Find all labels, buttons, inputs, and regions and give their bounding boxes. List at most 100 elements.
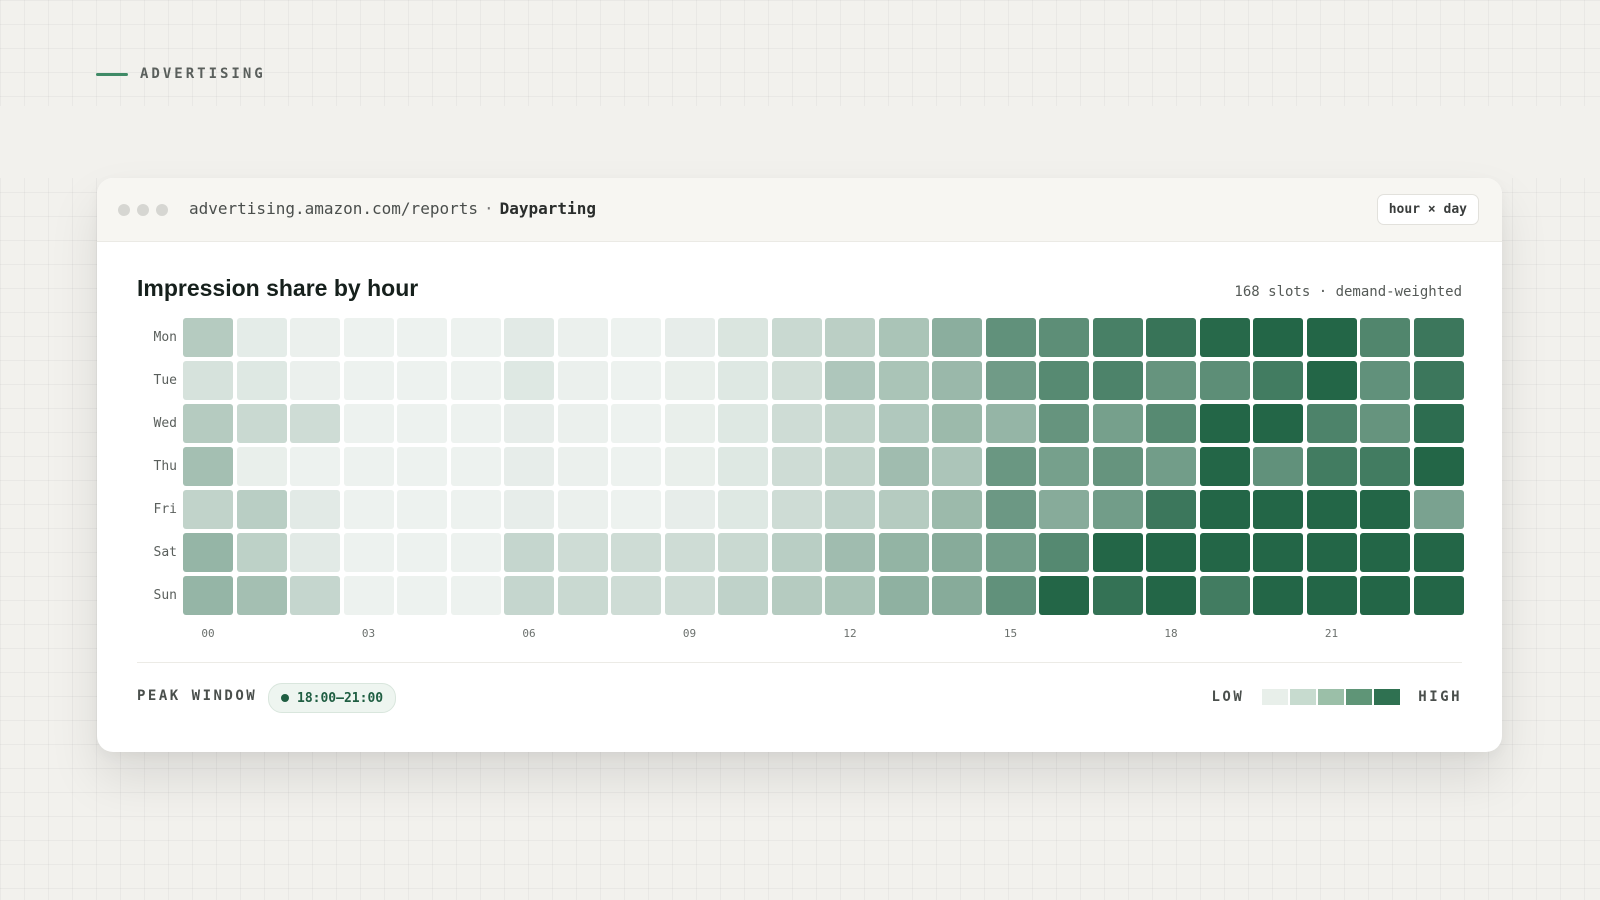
heatmap-cell-wed-9[interactable] [664, 404, 715, 443]
heatmap-cell-tue-19[interactable] [1199, 361, 1250, 400]
heatmap-cell-thu-2[interactable] [290, 447, 340, 486]
heatmap-cell-thu-4[interactable] [397, 447, 447, 486]
heatmap-cell-tue-12[interactable] [825, 361, 875, 400]
heatmap-cell-mon-20[interactable] [1253, 318, 1303, 357]
heatmap-cell-wed-19[interactable] [1199, 404, 1250, 443]
heatmap-cell-thu-6[interactable] [504, 447, 554, 486]
heatmap-cell-sat-11[interactable] [771, 533, 822, 572]
heatmap-cell-fri-4[interactable] [397, 490, 447, 529]
heatmap-cell-fri-17[interactable] [1092, 490, 1143, 529]
heatmap-cell-sun-19[interactable] [1199, 576, 1250, 615]
heatmap-cell-wed-18[interactable] [1146, 404, 1196, 443]
heatmap-cell-thu-18[interactable] [1146, 447, 1196, 486]
heatmap-cell-sun-17[interactable] [1092, 576, 1143, 615]
heatmap-cell-thu-12[interactable] [825, 447, 875, 486]
heatmap-cell-wed-15[interactable] [985, 404, 1036, 443]
heatmap-cell-wed-2[interactable] [290, 404, 340, 443]
heatmap-cell-tue-20[interactable] [1253, 361, 1303, 400]
heatmap-cell-sun-6[interactable] [504, 576, 554, 615]
heatmap-cell-tue-7[interactable] [557, 361, 608, 400]
heatmap-cell-sat-14[interactable] [932, 533, 982, 572]
heatmap-cell-wed-11[interactable] [771, 404, 822, 443]
heatmap-cell-thu-3[interactable] [343, 447, 394, 486]
heatmap-cell-thu-13[interactable] [878, 447, 929, 486]
heatmap-cell-sat-12[interactable] [825, 533, 875, 572]
heatmap-cell-mon-1[interactable] [236, 318, 287, 357]
heatmap-cell-sun-20[interactable] [1253, 576, 1303, 615]
heatmap-cell-fri-16[interactable] [1039, 490, 1089, 529]
heatmap-cell-thu-8[interactable] [611, 447, 661, 486]
heatmap-cell-sat-21[interactable] [1306, 533, 1357, 572]
view-mode-chip[interactable]: hour × day [1376, 194, 1479, 225]
heatmap-cell-mon-7[interactable] [557, 318, 608, 357]
heatmap-cell-mon-5[interactable] [450, 318, 501, 357]
heatmap-cell-mon-16[interactable] [1039, 318, 1089, 357]
heatmap-cell-mon-23[interactable] [1413, 318, 1464, 357]
heatmap-cell-thu-7[interactable] [557, 447, 608, 486]
heatmap-cell-sun-21[interactable] [1306, 576, 1357, 615]
heatmap-cell-sat-6[interactable] [504, 533, 554, 572]
heatmap-cell-tue-23[interactable] [1413, 361, 1464, 400]
heatmap-cell-fri-14[interactable] [932, 490, 982, 529]
heatmap-cell-sun-7[interactable] [557, 576, 608, 615]
heatmap-cell-sun-2[interactable] [290, 576, 340, 615]
heatmap-cell-wed-10[interactable] [718, 404, 768, 443]
heatmap-cell-tue-14[interactable] [932, 361, 982, 400]
heatmap-cell-fri-19[interactable] [1199, 490, 1250, 529]
heatmap-cell-sun-22[interactable] [1360, 576, 1410, 615]
heatmap-cell-mon-12[interactable] [825, 318, 875, 357]
heatmap-cell-sat-2[interactable] [290, 533, 340, 572]
heatmap-cell-sun-23[interactable] [1413, 576, 1464, 615]
heatmap-cell-sat-15[interactable] [985, 533, 1036, 572]
heatmap-cell-sat-0[interactable] [183, 533, 233, 572]
heatmap-cell-fri-18[interactable] [1146, 490, 1196, 529]
heatmap-cell-fri-3[interactable] [343, 490, 394, 529]
heatmap-cell-sun-15[interactable] [985, 576, 1036, 615]
heatmap-cell-thu-23[interactable] [1413, 447, 1464, 486]
heatmap-cell-sat-9[interactable] [664, 533, 715, 572]
heatmap-cell-sat-8[interactable] [611, 533, 661, 572]
heatmap-cell-wed-8[interactable] [611, 404, 661, 443]
heatmap-cell-fri-2[interactable] [290, 490, 340, 529]
heatmap-cell-sun-5[interactable] [450, 576, 501, 615]
heatmap-cell-sun-10[interactable] [718, 576, 768, 615]
heatmap-cell-thu-11[interactable] [771, 447, 822, 486]
heatmap-cell-thu-10[interactable] [718, 447, 768, 486]
heatmap-cell-wed-22[interactable] [1360, 404, 1410, 443]
heatmap-cell-mon-17[interactable] [1092, 318, 1143, 357]
heatmap-cell-sat-23[interactable] [1413, 533, 1464, 572]
heatmap-cell-mon-10[interactable] [718, 318, 768, 357]
heatmap-cell-sun-14[interactable] [932, 576, 982, 615]
heatmap-cell-tue-3[interactable] [343, 361, 394, 400]
heatmap-cell-tue-2[interactable] [290, 361, 340, 400]
heatmap-cell-sun-4[interactable] [397, 576, 447, 615]
heatmap-cell-tue-4[interactable] [397, 361, 447, 400]
heatmap-cell-fri-8[interactable] [611, 490, 661, 529]
heatmap-cell-sat-13[interactable] [878, 533, 929, 572]
heatmap-cell-fri-21[interactable] [1306, 490, 1357, 529]
heatmap-cell-fri-12[interactable] [825, 490, 875, 529]
heatmap-cell-thu-15[interactable] [985, 447, 1036, 486]
heatmap-cell-mon-3[interactable] [343, 318, 394, 357]
heatmap-cell-sat-18[interactable] [1146, 533, 1196, 572]
heatmap-cell-sat-4[interactable] [397, 533, 447, 572]
heatmap-cell-fri-20[interactable] [1253, 490, 1303, 529]
heatmap-cell-tue-21[interactable] [1306, 361, 1357, 400]
heatmap-cell-mon-19[interactable] [1199, 318, 1250, 357]
heatmap-cell-tue-18[interactable] [1146, 361, 1196, 400]
heatmap-cell-fri-0[interactable] [183, 490, 233, 529]
heatmap-cell-fri-22[interactable] [1360, 490, 1410, 529]
heatmap-cell-wed-6[interactable] [504, 404, 554, 443]
heatmap-cell-wed-0[interactable] [183, 404, 233, 443]
heatmap-cell-mon-22[interactable] [1360, 318, 1410, 357]
heatmap-cell-sun-18[interactable] [1146, 576, 1196, 615]
heatmap-cell-wed-4[interactable] [397, 404, 447, 443]
heatmap-cell-tue-10[interactable] [718, 361, 768, 400]
heatmap-cell-thu-21[interactable] [1306, 447, 1357, 486]
heatmap-cell-tue-17[interactable] [1092, 361, 1143, 400]
heatmap-cell-thu-20[interactable] [1253, 447, 1303, 486]
heatmap-cell-fri-10[interactable] [718, 490, 768, 529]
window-dot-close[interactable] [118, 204, 130, 216]
heatmap-cell-sun-1[interactable] [236, 576, 287, 615]
heatmap-cell-thu-22[interactable] [1360, 447, 1410, 486]
